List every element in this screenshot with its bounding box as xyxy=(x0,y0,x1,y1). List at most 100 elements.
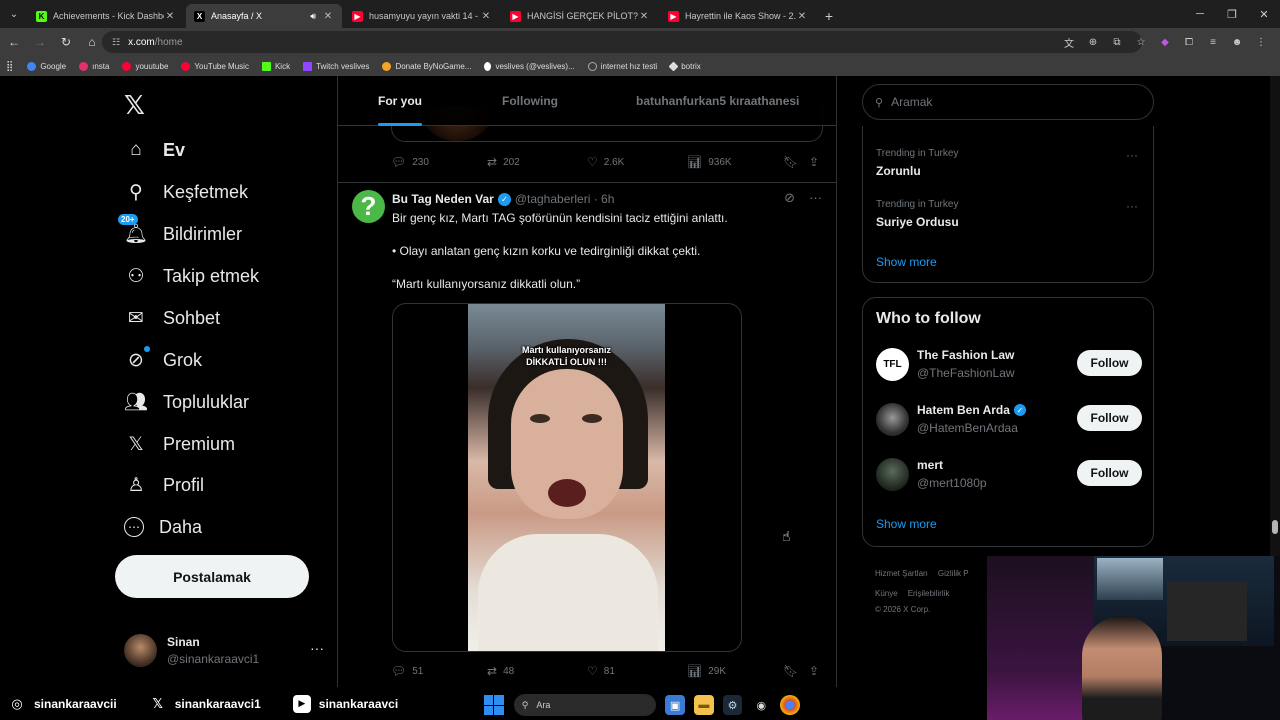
back-icon[interactable]: ← xyxy=(2,30,26,54)
reading-list-icon[interactable]: ≡ xyxy=(1206,37,1220,48)
nav-item-follow[interactable]: ⚇ Takip etmek xyxy=(124,256,259,296)
maximize-icon[interactable]: ❐ xyxy=(1216,0,1248,28)
browser-tab-youtube-2[interactable]: ▶ HANGİSİ GERÇEK PİLOT?! ft. @ ✕ xyxy=(502,4,658,28)
bookmark-youtube[interactable]: youutube xyxy=(122,61,168,71)
install-app-icon[interactable]: ⧉ xyxy=(1110,37,1124,48)
nav-item-home[interactable]: ⌂ Ev xyxy=(124,130,185,170)
home-browser-icon[interactable]: ⌂ xyxy=(80,30,104,54)
reply-button[interactable]: 💬︎ 51 xyxy=(391,664,423,678)
grok-icon[interactable]: ⊘ xyxy=(784,190,795,206)
address-bar[interactable]: ☷ x.com/home xyxy=(102,31,1142,53)
new-tab-button[interactable]: + xyxy=(818,4,840,28)
tweet-author-name[interactable]: Bu Tag Neden Var xyxy=(392,192,494,206)
forward-icon[interactable]: → xyxy=(28,30,52,54)
bookmark-star-icon[interactable]: ☆ xyxy=(1134,37,1148,48)
follow-suggestion[interactable]: mert @mert1080p Follow xyxy=(876,454,1142,494)
tab-following[interactable]: Following xyxy=(502,76,558,126)
extensions-puzzle-icon[interactable]: ⧠ xyxy=(1182,37,1196,48)
more-icon[interactable]: ··· xyxy=(809,190,822,206)
follow-button[interactable]: Follow xyxy=(1077,350,1142,376)
scrollbar-thumb[interactable] xyxy=(1272,520,1278,534)
zoom-icon[interactable]: ⊕ xyxy=(1086,37,1100,48)
extension-icon[interactable]: ◆ xyxy=(1158,37,1172,48)
speaker-icon[interactable]: 🔊︎ xyxy=(310,11,316,22)
bookmark-youtube-music[interactable]: YouTube Music xyxy=(181,61,249,71)
bookmark-tiktok[interactable]: veslives (@veslives)... xyxy=(484,61,575,71)
browser-tab-youtube-3[interactable]: ▶ Hayrettin ile Kaos Show - 2.Sez ✕ xyxy=(660,4,816,28)
translate-icon[interactable]: 文 xyxy=(1062,35,1076,50)
bookmark-botrix[interactable]: botrix xyxy=(668,61,701,71)
views-button[interactable]: 📊︎ 29K xyxy=(687,664,726,678)
chrome-menu-icon[interactable]: ⋮ xyxy=(1254,37,1268,48)
tab-search-dropdown[interactable]: ⌄ xyxy=(0,0,28,28)
tweet-author-avatar[interactable]: ? xyxy=(352,190,385,223)
trend-item[interactable]: Trending in Turkey Zorunlu ··· xyxy=(876,148,1146,178)
repost-button[interactable]: ⇄ 202 xyxy=(487,155,520,169)
bookmark-twitch[interactable]: Twitch veslives xyxy=(303,61,369,71)
windows-start-icon[interactable] xyxy=(484,695,504,715)
post-button[interactable]: Postalamak xyxy=(115,555,309,598)
photos-app-icon[interactable]: ▣ xyxy=(665,695,685,715)
nav-item-chat[interactable]: ✉ Sohbet xyxy=(124,298,220,338)
show-more-trends-link[interactable]: Show more xyxy=(876,255,937,269)
bookmark-button[interactable]: 🔖︎ xyxy=(783,664,804,678)
footer-link[interactable]: Hizmet Şartları xyxy=(875,569,928,578)
nav-item-grok[interactable]: ⊘ Grok xyxy=(124,340,202,380)
more-icon[interactable]: ··· xyxy=(310,640,324,656)
follow-button[interactable]: Follow xyxy=(1077,405,1142,431)
trend-item[interactable]: Trending in Turkey Suriye Ordusu ··· xyxy=(876,199,1146,229)
reload-icon[interactable]: ↻ xyxy=(54,30,78,54)
profile-avatar-icon[interactable]: ☻ xyxy=(1230,37,1244,48)
close-icon[interactable]: ✕ xyxy=(638,11,650,22)
close-icon[interactable]: ✕ xyxy=(164,11,176,22)
nav-item-premium[interactable]: 𝕏 Premium xyxy=(124,424,235,464)
chrome-icon[interactable] xyxy=(780,695,800,715)
more-icon[interactable]: ··· xyxy=(1126,199,1138,213)
show-more-follow-link[interactable]: Show more xyxy=(876,517,937,531)
close-window-icon[interactable]: ✕ xyxy=(1248,0,1280,28)
more-icon[interactable]: ··· xyxy=(1126,148,1138,162)
x-logo-icon[interactable]: 𝕏 xyxy=(124,90,145,121)
steam-icon[interactable]: ⚙ xyxy=(722,695,743,715)
account-switcher[interactable]: Sinan @sinankaraavci1 ··· xyxy=(124,632,324,668)
bookmark-donate[interactable]: Donate ByNoGame... xyxy=(382,61,471,71)
footer-link[interactable]: Gizlilik P xyxy=(938,569,969,578)
share-button[interactable]: ⇪ xyxy=(809,155,825,169)
tab-list[interactable]: batuhanfurkan5 kıraathanesi xyxy=(636,76,799,126)
nav-item-communities[interactable]: 👥︎ Topluluklar xyxy=(124,382,249,422)
nav-item-explore[interactable]: ⚲ Keşfetmek xyxy=(124,172,248,212)
bookmark-speedtest[interactable]: internet hız testi xyxy=(587,61,657,71)
follow-suggestion[interactable]: Hatem Ben Arda ✓ @HatemBenArdaa Follow xyxy=(876,399,1142,439)
bookmark-button[interactable]: 🔖︎ xyxy=(783,155,804,169)
follow-suggestion[interactable]: TFL The Fashion Law @TheFashionLaw Follo… xyxy=(876,344,1142,384)
close-icon[interactable]: ✕ xyxy=(322,11,334,22)
footer-link[interactable]: Erişilebilirlik xyxy=(908,589,950,598)
footer-link[interactable]: Künye xyxy=(875,589,898,598)
reply-button[interactable]: 💬︎ 230 xyxy=(391,155,429,169)
obs-icon[interactable]: ◉ xyxy=(751,695,771,715)
bookmark-google[interactable]: Google xyxy=(27,61,66,71)
apps-grid-icon[interactable]: ⣿ xyxy=(6,61,13,72)
share-button[interactable]: ⇪ xyxy=(809,664,825,678)
like-button[interactable]: ♡ 2.6K xyxy=(587,155,624,169)
search-input[interactable]: ⚲ Aramak xyxy=(862,84,1154,120)
nav-item-profile[interactable]: ♙ Profil xyxy=(124,465,204,505)
nav-item-more[interactable]: ⋯ Daha xyxy=(124,507,202,547)
minimize-icon[interactable]: ─ xyxy=(1184,0,1216,28)
tweet-video[interactable]: Martı kullanıyorsanız DİKKATLİ OLUN !!! xyxy=(392,303,742,652)
like-button[interactable]: ♡ 81 xyxy=(587,664,615,678)
nav-item-notifications[interactable]: 🔔︎ 20+ Bildirimler xyxy=(118,214,242,254)
views-button[interactable]: 📊︎ 936K xyxy=(687,155,732,169)
browser-tab-kick[interactable]: K Achievements - Kick Dashboard ✕ xyxy=(28,4,184,28)
follow-button[interactable]: Follow xyxy=(1077,460,1142,486)
taskbar-search[interactable]: ⚲ Ara xyxy=(513,694,657,716)
browser-tab-x-home[interactable]: X Anasayfa / X 🔊︎ ✕ xyxy=(186,4,342,28)
file-explorer-icon[interactable]: ▬ xyxy=(693,695,714,715)
browser-tab-youtube-1[interactable]: ▶ husamyuyu yayın vakti 14 - You ✕ xyxy=(344,4,500,28)
bookmark-insta[interactable]: ınsta xyxy=(79,61,109,71)
close-icon[interactable]: ✕ xyxy=(796,11,808,22)
tab-for-you[interactable]: For you xyxy=(378,76,422,126)
repost-button[interactable]: ⇄ 48 xyxy=(487,664,514,678)
bookmark-kick[interactable]: Kick xyxy=(261,61,290,71)
close-icon[interactable]: ✕ xyxy=(480,11,492,22)
